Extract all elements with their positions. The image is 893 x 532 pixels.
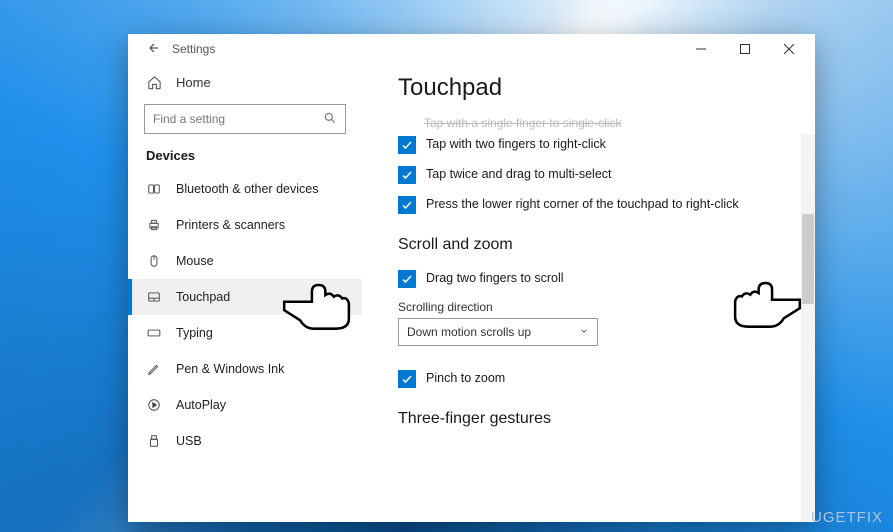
sidebar-item-autoplay[interactable]: AutoPlay [128, 387, 362, 423]
home-label: Home [176, 75, 211, 90]
checkbox-icon [398, 196, 416, 214]
sidebar-item-touchpad[interactable]: Touchpad [128, 279, 362, 315]
pen-icon [146, 361, 162, 377]
scrollbar-thumb[interactable] [802, 214, 814, 304]
home-nav[interactable]: Home [128, 64, 362, 100]
check-label: Pinch to zoom [426, 370, 505, 388]
printer-icon [146, 217, 162, 233]
window-controls [679, 34, 811, 64]
mouse-icon [146, 253, 162, 269]
scrollbar[interactable] [801, 134, 815, 522]
checkbox-icon [398, 370, 416, 388]
sidebar-item-label: Touchpad [176, 290, 230, 304]
sidebar-item-usb[interactable]: USB [128, 423, 362, 459]
check-label: Tap twice and drag to multi-select [426, 166, 612, 184]
settings-window: Settings Home Find a setting Devices [128, 34, 815, 522]
check-tap-twice-drag[interactable]: Tap twice and drag to multi-select [398, 160, 789, 190]
scroll-direction-select[interactable]: Down motion scrolls up [398, 318, 598, 346]
checkbox-icon [398, 270, 416, 288]
check-pinch-zoom[interactable]: Pinch to zoom [398, 364, 789, 394]
desktop-wallpaper: Settings Home Find a setting Devices [0, 0, 893, 532]
sidebar-item-label: Bluetooth & other devices [176, 182, 318, 196]
checkbox-icon [398, 136, 416, 154]
watermark: UGETFIX [811, 509, 883, 526]
window-title: Settings [172, 42, 679, 56]
autoplay-icon [146, 397, 162, 413]
titlebar: Settings [128, 34, 815, 64]
subheading-three-finger: Three-finger gestures [398, 394, 789, 438]
page-heading: Touchpad [398, 64, 789, 116]
sidebar-item-label: Printers & scanners [176, 218, 285, 232]
search-placeholder: Find a setting [153, 112, 225, 126]
sidebar-item-label: Pen & Windows Ink [176, 362, 284, 376]
usb-icon [146, 433, 162, 449]
content-area: Home Find a setting Devices Bluetooth & … [128, 64, 815, 522]
sidebar-item-pen[interactable]: Pen & Windows Ink [128, 351, 362, 387]
search-icon [323, 111, 337, 128]
sidebar-item-label: Typing [176, 326, 213, 340]
check-drag-two-fingers[interactable]: Drag two fingers to scroll [398, 264, 789, 294]
back-button[interactable] [142, 41, 166, 58]
select-value: Down motion scrolls up [407, 325, 531, 339]
subheading-scroll-zoom: Scroll and zoom [398, 220, 789, 264]
maximize-button[interactable] [723, 34, 767, 64]
sidebar-item-label: Mouse [176, 254, 214, 268]
sidebar: Home Find a setting Devices Bluetooth & … [128, 64, 372, 522]
sidebar-item-typing[interactable]: Typing [128, 315, 362, 351]
close-button[interactable] [767, 34, 811, 64]
cutoff-row: Tap with a single finger to single-click [398, 116, 789, 130]
touchpad-icon [146, 289, 162, 305]
check-label: Press the lower right corner of the touc… [426, 196, 739, 214]
chevron-down-icon [579, 325, 589, 339]
bluetooth-icon [146, 181, 162, 197]
sidebar-item-label: AutoPlay [176, 398, 226, 412]
keyboard-icon [146, 325, 162, 341]
main-panel: Touchpad Tap with a single finger to sin… [372, 64, 815, 522]
minimize-button[interactable] [679, 34, 723, 64]
check-label: Tap with two fingers to right-click [426, 136, 606, 154]
scroll-direction-label: Scrolling direction [398, 294, 789, 318]
sidebar-item-bluetooth[interactable]: Bluetooth & other devices [128, 171, 362, 207]
search-input[interactable]: Find a setting [144, 104, 346, 134]
sidebar-item-label: USB [176, 434, 202, 448]
check-lower-right-corner[interactable]: Press the lower right corner of the touc… [398, 190, 789, 220]
check-two-finger-right-click[interactable]: Tap with two fingers to right-click [398, 130, 789, 160]
check-label: Drag two fingers to scroll [426, 270, 564, 288]
sidebar-section-title: Devices [128, 148, 362, 171]
checkbox-icon [398, 166, 416, 184]
home-icon [146, 74, 162, 90]
sidebar-item-printers[interactable]: Printers & scanners [128, 207, 362, 243]
sidebar-item-mouse[interactable]: Mouse [128, 243, 362, 279]
